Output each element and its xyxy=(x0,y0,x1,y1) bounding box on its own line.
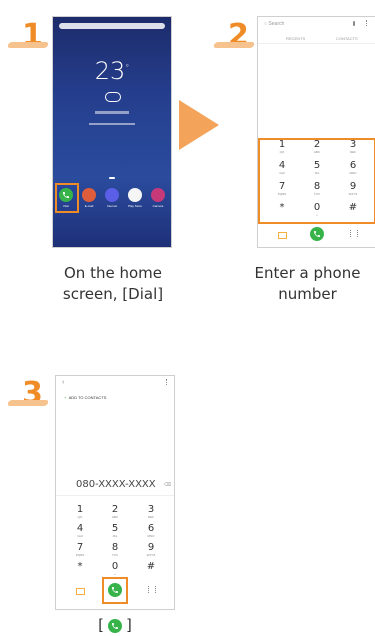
key-letters: PQRS xyxy=(75,553,85,557)
google-search-bar[interactable] xyxy=(59,23,165,29)
key-digit: # xyxy=(146,561,156,572)
message-icon[interactable] xyxy=(76,588,85,595)
step-underline xyxy=(6,400,50,406)
step-2-caption-line1: Enter a phone xyxy=(254,264,361,282)
step-1-caption-line1: On the home xyxy=(64,264,162,282)
arrow-right-icon xyxy=(179,100,219,150)
step-2-caption-line2: number xyxy=(278,285,337,303)
keypad-key-0[interactable]: 0 + xyxy=(103,561,127,576)
step-number-3: 3 xyxy=(6,376,50,411)
voicemail-icon[interactable] xyxy=(148,586,156,593)
step-2-caption: Enter a phone number xyxy=(240,263,375,305)
key-letters: MNO xyxy=(147,534,155,538)
dial-highlight-frame xyxy=(55,183,79,213)
key-digit: 2 xyxy=(111,504,119,515)
page-indicator xyxy=(109,177,115,179)
key-letters: ABC xyxy=(111,515,119,519)
key-letters: DEF xyxy=(148,515,154,519)
more-icon[interactable] xyxy=(166,379,168,385)
keypad-key-8[interactable]: 8 TUV xyxy=(103,542,127,557)
keypad-key-3[interactable]: 3 DEF xyxy=(139,504,163,519)
step-3-caption: [ ] xyxy=(80,615,150,636)
key-digit: 7 xyxy=(76,542,84,553)
dialer-screen-step3: ‹ + ADD TO CONTACTS 080-XXXX-XXXX ⌫ 1 QO 2… xyxy=(55,375,175,610)
keypad-key-1[interactable]: 1 QO xyxy=(68,504,92,519)
dialer-screen-step2: ○ Search RECENTS CONTACTS 1 QO 2 ABC 3 DEF 4 GH… xyxy=(257,16,375,248)
dock-label-internet: Internet xyxy=(106,204,118,208)
keypad-key-5[interactable]: 5 JKL xyxy=(103,523,127,538)
tab-contacts[interactable]: CONTACTS xyxy=(336,36,358,41)
step-number-2: 2 xyxy=(212,18,256,53)
call-highlight-frame xyxy=(102,577,128,604)
number-divider xyxy=(56,495,174,496)
alarm-text-placeholder xyxy=(89,123,135,125)
key-letters: TUV xyxy=(112,553,118,557)
keypad-key-4[interactable]: 4 GHI xyxy=(68,523,92,538)
backspace-icon[interactable]: ⌫ xyxy=(164,482,171,488)
key-letters: WXYZ xyxy=(146,553,156,557)
key-digit: 9 xyxy=(147,542,155,553)
key-digit: 5 xyxy=(111,523,119,534)
key-digit: 0 xyxy=(111,561,119,572)
keypad-highlight-frame xyxy=(258,138,375,224)
message-icon[interactable] xyxy=(278,232,287,239)
key-digit: 4 xyxy=(76,523,84,534)
more-icon[interactable] xyxy=(366,20,368,26)
key-letters: GHI xyxy=(77,534,83,538)
dock-label-camera: Camera xyxy=(152,204,164,208)
key-letters: QO xyxy=(77,515,83,519)
call-button-icon xyxy=(108,618,122,633)
key-letters: + xyxy=(114,572,116,576)
keypad-key-6[interactable]: 6 MNO xyxy=(139,523,163,538)
step-1-caption-line2: screen, [Dial] xyxy=(62,285,164,303)
dock-label-email: E-mail xyxy=(84,204,94,208)
caption-bracket-open: [ xyxy=(98,616,104,634)
play-store-app-icon[interactable] xyxy=(128,188,142,202)
key-digit: 3 xyxy=(147,504,155,515)
key-digit: 1 xyxy=(76,504,84,515)
keypad-area: 1 QO 2 ABC 3 DEF 4 GHI 5 JKL 6 MNO 7 PQRS 8 TUV 9 WXYZ * 0 +… xyxy=(56,502,174,582)
caption-bracket-close: ] xyxy=(126,616,132,634)
mic-icon[interactable] xyxy=(353,21,355,26)
key-digit: * xyxy=(77,561,83,572)
search-placeholder: Search xyxy=(268,21,285,27)
keypad-key-star[interactable]: * xyxy=(68,561,92,572)
tab-divider xyxy=(258,43,375,44)
keypad-key-hash[interactable]: # xyxy=(139,561,163,572)
camera-app-icon[interactable] xyxy=(151,188,165,202)
weather-icon xyxy=(105,92,121,102)
key-digit: 8 xyxy=(111,542,119,553)
search-icon: ○ xyxy=(264,21,268,27)
home-clock: 23° xyxy=(94,57,130,85)
add-contacts-label: ADD TO CONTACTS xyxy=(68,395,107,400)
clock-value: 23 xyxy=(94,57,126,85)
keypad-key-9[interactable]: 9 WXYZ xyxy=(139,542,163,557)
email-app-icon[interactable] xyxy=(82,188,96,202)
internet-app-icon[interactable] xyxy=(105,188,119,202)
step-number-1: 1 xyxy=(6,18,50,53)
dialed-number: 080-XXXX-XXXX xyxy=(76,479,156,490)
key-letters: JKL xyxy=(112,534,118,538)
back-icon[interactable]: ‹ xyxy=(62,379,64,386)
step-underline xyxy=(6,42,50,48)
search-field[interactable]: ○ Search xyxy=(264,21,284,27)
plus-icon: + xyxy=(64,395,67,400)
add-to-contacts-row[interactable]: + ADD TO CONTACTS xyxy=(64,395,106,400)
keypad-key-7[interactable]: 7 PQRS xyxy=(68,542,92,557)
date-text-placeholder xyxy=(95,111,129,114)
step-1-caption: On the home screen, [Dial] xyxy=(38,263,188,305)
call-button[interactable] xyxy=(310,227,324,241)
keypad-key-2[interactable]: 2 ABC xyxy=(103,504,127,519)
step-underline xyxy=(212,42,256,48)
dock-label-play-store: Play Store xyxy=(128,204,142,208)
home-screen: 23° Dial E-mail Internet Play Store Came… xyxy=(52,16,172,248)
voicemail-icon[interactable] xyxy=(350,230,358,237)
key-digit: 6 xyxy=(147,523,155,534)
tab-recents[interactable]: RECENTS xyxy=(286,36,305,41)
